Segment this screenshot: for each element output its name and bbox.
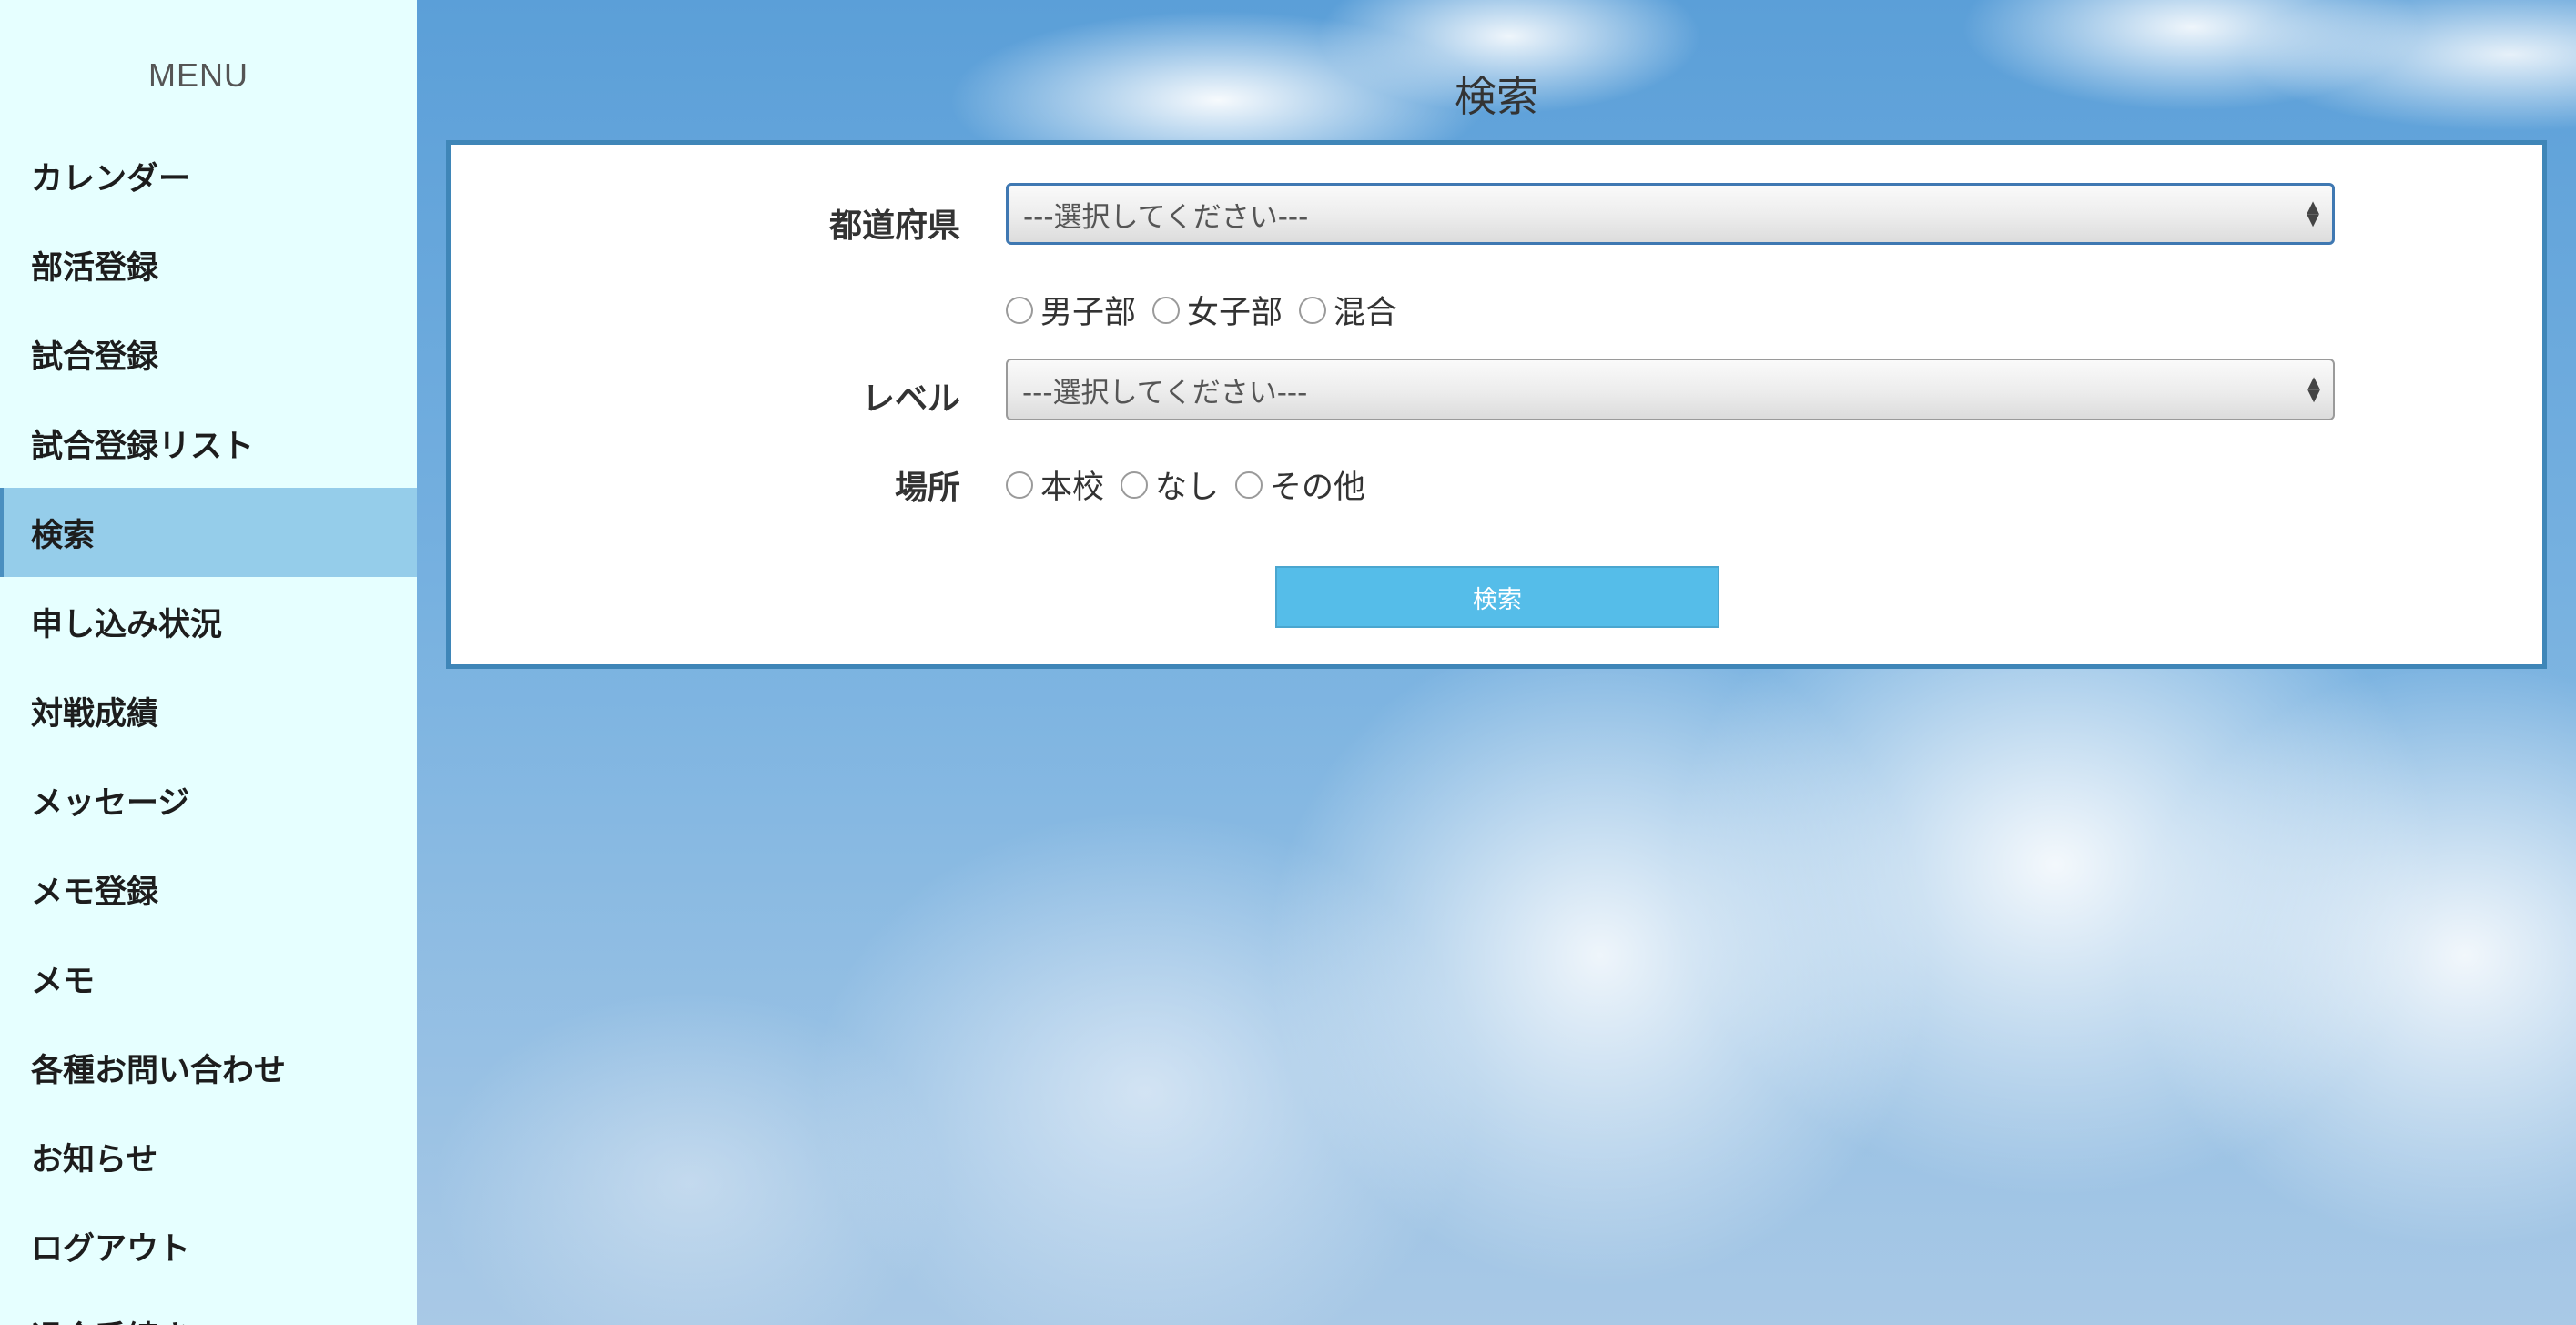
sidebar-item-memo-registration[interactable]: メモ登録	[0, 845, 417, 934]
sidebar-item-withdraw[interactable]: 退会手続き	[0, 1290, 417, 1325]
sidebar-item-search[interactable]: 検索	[0, 488, 417, 577]
sidebar-item-notices[interactable]: お知らせ	[0, 1112, 417, 1201]
prefecture-label: 都道府県	[828, 207, 960, 245]
location-radio-group: 本校 なし その他	[1006, 461, 1382, 508]
gender-radio-group: 男子部 女子部 混合	[1006, 287, 1414, 333]
location-option-school[interactable]: 本校	[1006, 461, 1104, 508]
radio-circle-icon[interactable]	[1006, 296, 1033, 324]
sidebar-item-application-status[interactable]: 申し込み状況	[0, 577, 417, 666]
sidebar-item-match-registration[interactable]: 試合登録	[0, 309, 417, 399]
radio-circle-icon[interactable]	[1121, 470, 1149, 499]
prefecture-select[interactable]: ---選択してください--- ▲ ▼	[1006, 183, 2335, 245]
sidebar-item-logout[interactable]: ログアウト	[0, 1201, 417, 1290]
sidebar-item-calendar[interactable]: カレンダー	[0, 131, 417, 220]
location-option-label: 本校	[1040, 470, 1105, 506]
gender-option-boys[interactable]: 男子部	[1006, 287, 1136, 333]
gender-option-label: 男子部	[1040, 295, 1137, 331]
location-option-label: その他	[1270, 470, 1366, 506]
gender-option-girls[interactable]: 女子部	[1152, 287, 1283, 333]
radio-circle-icon[interactable]	[1152, 296, 1181, 324]
sidebar-item-messages[interactable]: メッセージ	[0, 755, 417, 845]
level-label: レベル	[861, 380, 960, 418]
gender-option-label: 女子部	[1187, 295, 1283, 331]
select-arrows-icon: ▲ ▼	[2307, 197, 2319, 229]
page-title: 検索	[1455, 72, 1538, 121]
prefecture-select-value: ---選択してください---	[1023, 200, 1309, 234]
level-select-value: ---選択してください---	[1022, 376, 1308, 410]
radio-circle-icon[interactable]	[1299, 296, 1327, 324]
search-form-panel: 都道府県 ---選択してください--- ▲ ▼ 男子部 女子部 混合 レベル --…	[446, 140, 2547, 669]
location-option-none[interactable]: なし	[1121, 461, 1219, 508]
level-select[interactable]: ---選択してください--- ▲ ▼	[1006, 359, 2335, 420]
sidebar-item-club-registration[interactable]: 部活登録	[0, 220, 417, 309]
search-button[interactable]: 検索	[1275, 566, 1719, 628]
location-label: 場所	[894, 470, 960, 507]
sidebar-item-match-record[interactable]: 対戦成績	[0, 666, 417, 755]
select-arrows-icon: ▲ ▼	[2307, 373, 2320, 405]
gender-option-mixed[interactable]: 混合	[1299, 287, 1397, 333]
radio-circle-icon[interactable]	[1006, 470, 1033, 499]
radio-circle-icon[interactable]	[1235, 470, 1263, 499]
gender-option-label: 混合	[1334, 295, 1398, 331]
sidebar-item-contact[interactable]: 各種お問い合わせ	[0, 1023, 417, 1112]
sidebar-item-memo[interactable]: メモ	[0, 934, 417, 1023]
sidebar: MENU カレンダー 部活登録 試合登録 試合登録リスト 検索 申し込み状況 対…	[0, 0, 417, 1325]
location-option-label: なし	[1155, 470, 1220, 506]
menu-title: MENU	[148, 56, 248, 94]
location-option-other[interactable]: その他	[1235, 461, 1365, 508]
sidebar-nav: カレンダー 部活登録 試合登録 試合登録リスト 検索 申し込み状況 対戦成績 メ…	[0, 131, 417, 1325]
sidebar-item-match-list[interactable]: 試合登録リスト	[0, 399, 417, 488]
